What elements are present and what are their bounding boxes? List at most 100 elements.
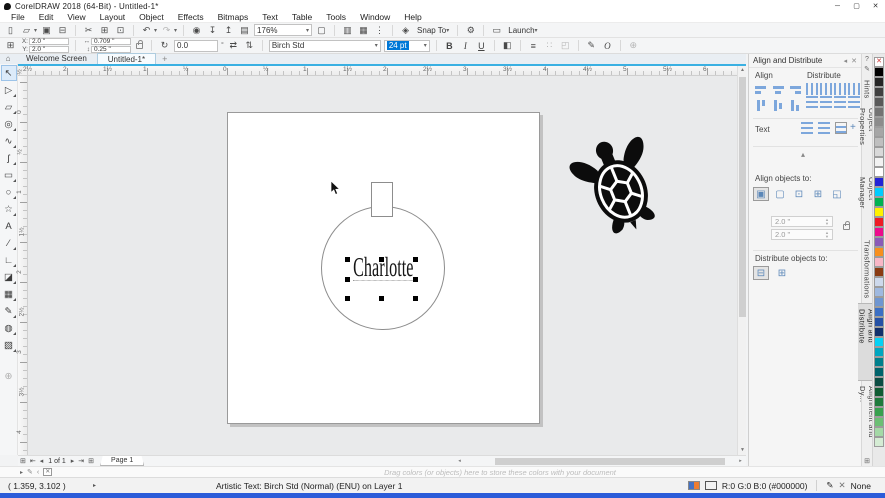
palette-color-swatch[interactable]: [874, 177, 884, 187]
docker-flyout-icon[interactable]: ◂: [844, 57, 848, 65]
align-x-field[interactable]: 2.0 " ▲▼: [771, 216, 833, 227]
interactive-fill-tool[interactable]: ◍: [1, 320, 17, 336]
palette-color-swatch[interactable]: [874, 147, 884, 157]
rotation-angle-field[interactable]: 0.0: [174, 40, 218, 52]
distribute-spacing-v-button[interactable]: [834, 96, 846, 108]
palette-color-swatch[interactable]: [874, 417, 884, 427]
palette-color-swatch[interactable]: [874, 357, 884, 367]
palette-color-swatch[interactable]: [874, 427, 884, 437]
print-icon[interactable]: ⊟: [56, 24, 69, 37]
distribute-top-button[interactable]: [806, 96, 818, 108]
palette-color-swatch[interactable]: [874, 167, 884, 177]
menu-view[interactable]: View: [60, 12, 92, 22]
palette-color-swatch[interactable]: [874, 97, 884, 107]
y-position-field[interactable]: 2.0 ": [29, 46, 69, 53]
lock-ratio-icon[interactable]: [136, 43, 143, 49]
distribute-center-v-button[interactable]: [820, 96, 832, 108]
object-height-field[interactable]: 0.25 ": [91, 46, 131, 53]
open-icon[interactable]: ▱: [20, 24, 33, 37]
minimize-button[interactable]: ─: [828, 0, 847, 12]
page-1-tab[interactable]: Page 1: [100, 456, 144, 466]
rectangle-object[interactable]: [371, 182, 393, 217]
show-rulers-icon[interactable]: ▥: [341, 24, 354, 37]
vertical-scroll-thumb[interactable]: [739, 77, 746, 317]
drop-shadow-tool[interactable]: ◪: [1, 269, 17, 285]
collapse-section-icon[interactable]: ▴: [801, 150, 805, 159]
mirror-horizontal-icon[interactable]: ⇄: [227, 39, 240, 52]
docpal-no-color-swatch[interactable]: ✕: [43, 468, 52, 476]
drop-cap-icon[interactable]: ◰: [559, 39, 572, 52]
docpal-eyedropper-icon[interactable]: ✎: [27, 468, 33, 476]
undo-dropdown-icon[interactable]: ▾: [154, 27, 157, 34]
color-eyedropper-tool[interactable]: ✎: [1, 303, 17, 319]
selection-handle[interactable]: [345, 277, 350, 282]
search-content-icon[interactable]: ◉: [190, 24, 203, 37]
freehand-tool[interactable]: ∿: [1, 133, 17, 149]
palette-color-swatch[interactable]: [874, 247, 884, 257]
dimension-tool[interactable]: ∕: [1, 235, 17, 251]
pick-point-icon[interactable]: +: [850, 122, 856, 133]
pen-settings-icon[interactable]: ✎: [864, 65, 870, 74]
options-gear-icon[interactable]: ⚙: [464, 24, 477, 37]
scroll-right-icon[interactable]: ▸: [736, 457, 745, 466]
drawing-canvas[interactable]: Charlotte: [28, 76, 737, 455]
quick-customize-icon[interactable]: ⊞: [864, 457, 870, 466]
selection-handle[interactable]: [345, 296, 350, 301]
quick-customize-icon[interactable]: ⊕: [627, 39, 640, 52]
horizontal-scroll-thumb[interactable]: [495, 458, 725, 465]
align-lock-icon[interactable]: [843, 224, 850, 230]
snap-to-button[interactable]: Snap To ▾: [415, 26, 451, 35]
selection-handle[interactable]: [379, 257, 384, 262]
palette-color-swatch[interactable]: [874, 377, 884, 387]
align-left-button[interactable]: [753, 82, 769, 97]
align-top-button[interactable]: [753, 98, 769, 113]
align-to-page-edge-button[interactable]: ▢: [772, 187, 788, 201]
selection-handle[interactable]: [413, 277, 418, 282]
transparency-tool[interactable]: ▦: [1, 286, 17, 302]
palette-color-swatch[interactable]: [874, 437, 884, 447]
launch-icon[interactable]: ▭: [490, 24, 503, 37]
paste-icon[interactable]: ⊡: [114, 24, 127, 37]
new-tab-button[interactable]: +: [156, 54, 173, 64]
crop-tool[interactable]: ▱: [1, 99, 17, 115]
palette-color-swatch[interactable]: [874, 127, 884, 137]
whats-this-icon[interactable]: ?: [865, 56, 869, 65]
export-icon[interactable]: ↥: [222, 24, 235, 37]
edit-text-icon[interactable]: ✎: [585, 39, 598, 52]
document-color-settings-icon[interactable]: [688, 481, 700, 490]
align-to-page-center-button[interactable]: ⊡: [791, 187, 807, 201]
palette-no-color-swatch[interactable]: ✕: [874, 57, 884, 67]
palette-color-swatch[interactable]: [874, 267, 884, 277]
show-grid-icon[interactable]: ▦: [357, 24, 370, 37]
menu-object[interactable]: Object: [132, 12, 171, 22]
align-text-bounding-box-button[interactable]: [835, 122, 847, 134]
palette-color-swatch[interactable]: [874, 77, 884, 87]
selection-handle[interactable]: [413, 257, 418, 262]
connector-tool[interactable]: ∟: [1, 252, 17, 268]
previous-page-button[interactable]: ◂: [38, 457, 46, 465]
shape-tool[interactable]: ▷: [1, 82, 17, 98]
palette-color-swatch[interactable]: [874, 217, 884, 227]
docker-tab-transformations[interactable]: Transformations: [863, 235, 872, 303]
menu-edit[interactable]: Edit: [32, 12, 61, 22]
font-list-combo[interactable]: Birch Std ▾: [269, 40, 381, 52]
bold-button[interactable]: B: [443, 41, 456, 51]
home-tab-icon[interactable]: ⌂: [0, 54, 16, 64]
cut-icon[interactable]: ✂: [82, 24, 95, 37]
palette-color-swatch[interactable]: [874, 137, 884, 147]
scroll-down-icon[interactable]: ▼: [738, 446, 747, 455]
fill-color-swatch[interactable]: [705, 481, 717, 490]
palette-color-swatch[interactable]: [874, 307, 884, 317]
last-page-button[interactable]: ⇥: [76, 457, 86, 465]
distribute-spacing-h-button[interactable]: [834, 83, 846, 95]
palette-color-swatch[interactable]: [874, 347, 884, 357]
open-dropdown-icon[interactable]: ▾: [34, 27, 37, 34]
scroll-up-icon[interactable]: ▲: [738, 66, 747, 75]
palette-color-swatch[interactable]: [874, 227, 884, 237]
menu-layout[interactable]: Layout: [93, 12, 133, 22]
palette-color-swatch[interactable]: [874, 207, 884, 217]
pick-tool[interactable]: ↖: [1, 65, 17, 81]
align-to-active-objects-button[interactable]: ▣: [753, 187, 769, 201]
docker-close-icon[interactable]: ✕: [851, 57, 857, 65]
palette-color-swatch[interactable]: [874, 117, 884, 127]
